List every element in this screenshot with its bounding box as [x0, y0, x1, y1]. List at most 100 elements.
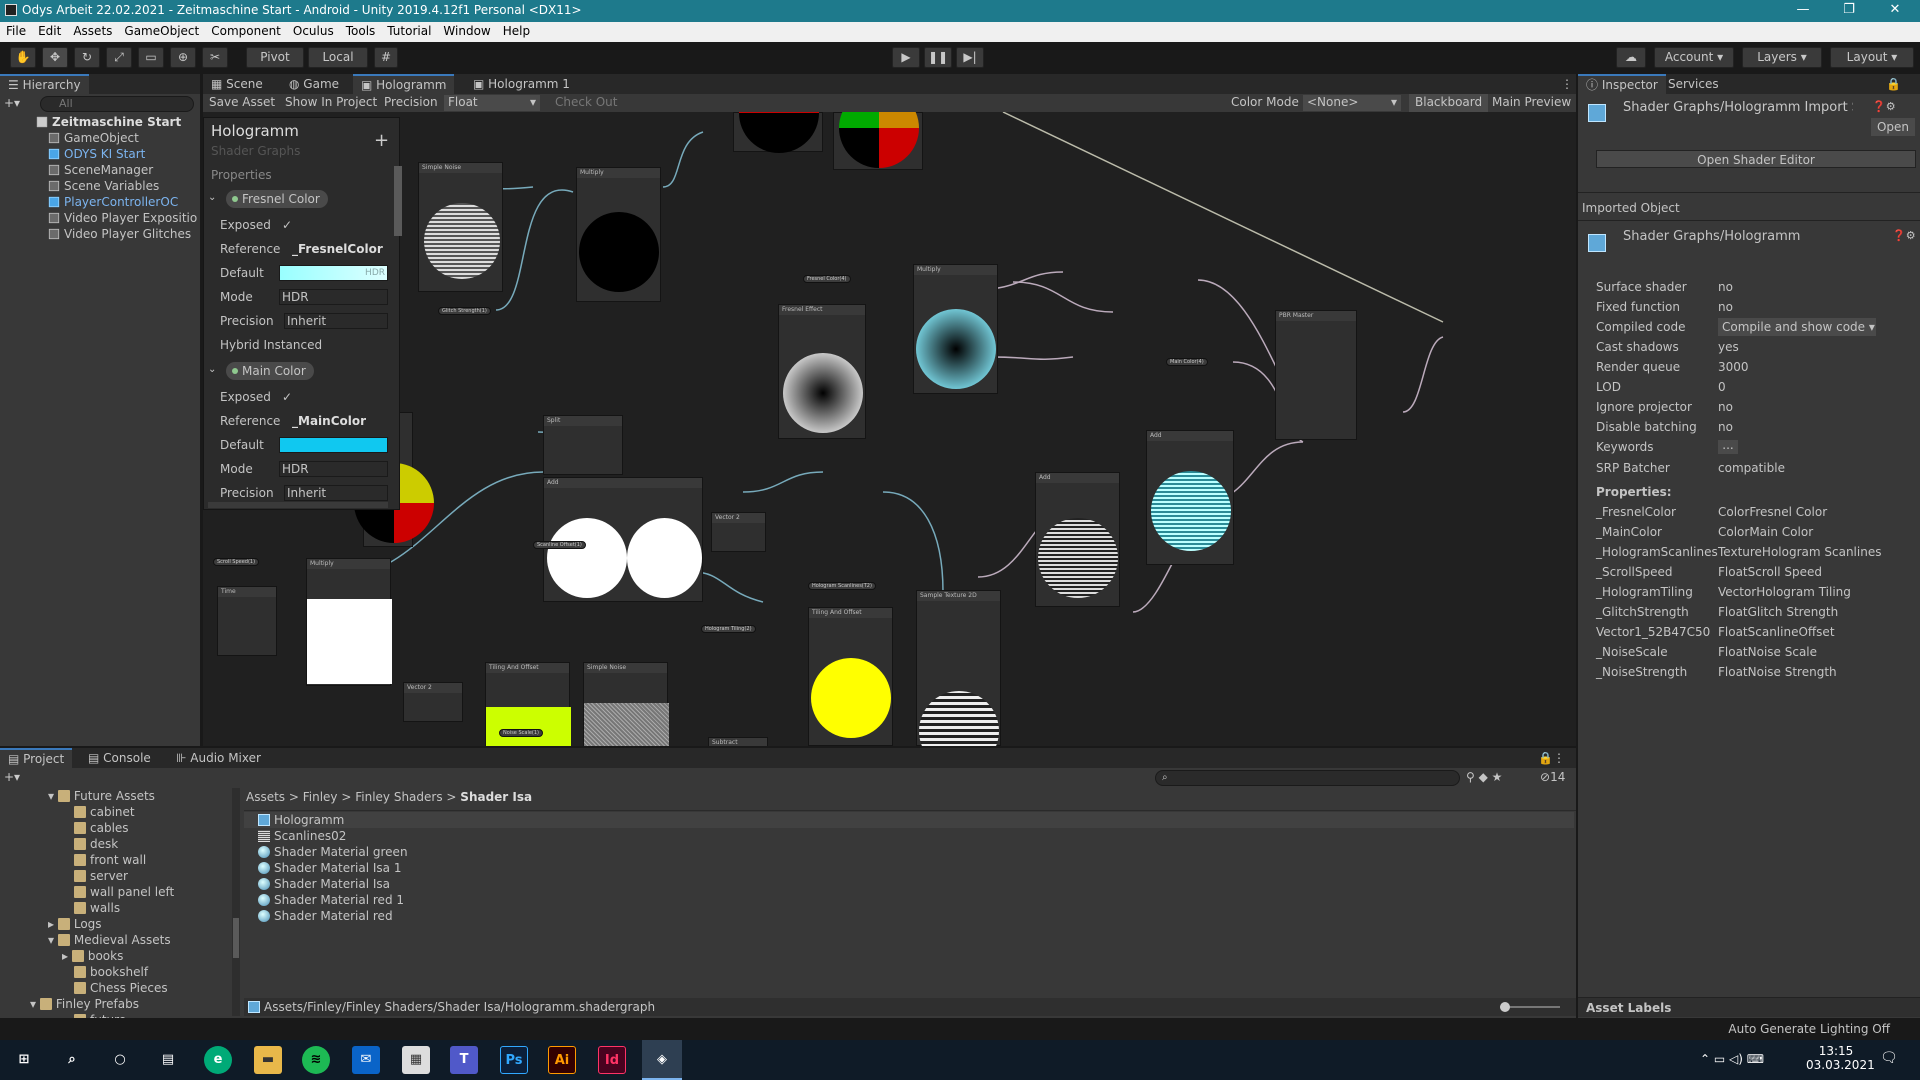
- fresnel-precision-dropdown[interactable]: Inherit: [284, 313, 388, 329]
- hierarchy-item[interactable]: Video Player Glitches: [0, 226, 200, 242]
- node-pbr-master[interactable]: PBR Master: [1275, 310, 1357, 440]
- tab-services[interactable]: Services: [1660, 74, 1727, 94]
- main-precision-dropdown[interactable]: Inherit: [284, 485, 388, 501]
- tree-item[interactable]: cables: [0, 820, 240, 836]
- node-preview-rg[interactable]: [833, 112, 923, 170]
- precision-dropdown[interactable]: Float ▾: [444, 95, 540, 111]
- file-item[interactable]: Shader Material Isa 1: [244, 860, 1574, 876]
- teams-icon[interactable]: T: [450, 1046, 478, 1074]
- menu-oculus[interactable]: Oculus: [287, 22, 340, 40]
- node-multiply[interactable]: Multiply: [576, 167, 661, 302]
- unity-taskbar-icon[interactable]: ◈: [642, 1040, 682, 1080]
- tree-scroll-thumb[interactable]: [233, 918, 239, 958]
- node-simple-noise-2[interactable]: Simple Noise: [583, 662, 669, 746]
- node-fresnel-effect[interactable]: Fresnel Effect: [778, 304, 866, 439]
- pivot-toggle[interactable]: Pivot: [246, 47, 304, 68]
- grid-snap-icon[interactable]: #: [374, 47, 398, 68]
- hierarchy-item[interactable]: Scene Variables: [0, 178, 200, 194]
- rotate-tool-icon[interactable]: ↻: [74, 47, 100, 68]
- tab-inspector[interactable]: ⓘ Inspector: [1578, 74, 1666, 94]
- menu-window[interactable]: Window: [437, 22, 496, 40]
- panel-lock-icon[interactable]: 🔒⋮: [1530, 748, 1573, 768]
- maximize-button[interactable]: ❐: [1826, 0, 1872, 22]
- filter-icons[interactable]: ⚲ ◆ ★: [1466, 770, 1502, 784]
- node-split[interactable]: Split: [543, 415, 623, 475]
- tree-item[interactable]: bookshelf: [0, 964, 240, 980]
- transform-tool-icon[interactable]: ⊕: [170, 47, 196, 68]
- account-dropdown[interactable]: Account ▾: [1654, 47, 1734, 68]
- slider-knob[interactable]: [1500, 1002, 1510, 1012]
- exposed-checkbox[interactable]: ✓: [282, 387, 292, 407]
- graph-prop[interactable]: Noise Scale(1): [499, 729, 543, 737]
- node-subtract[interactable]: Subtract: [708, 737, 768, 746]
- main-color-swatch[interactable]: [279, 437, 388, 453]
- tree-item[interactable]: front wall: [0, 852, 240, 868]
- tree-item[interactable]: cabinet: [0, 804, 240, 820]
- hierarchy-item[interactable]: Video Player Expositio: [0, 210, 200, 226]
- layers-dropdown[interactable]: Layers ▾: [1742, 47, 1822, 68]
- tab-menu-icon[interactable]: ⋮: [1553, 74, 1581, 94]
- notification-icon[interactable]: 🗨: [1880, 1050, 1898, 1066]
- step-button[interactable]: ▶|: [956, 47, 984, 68]
- file-item[interactable]: Scanlines02: [244, 828, 1574, 844]
- shader-graph-canvas[interactable]: Simple Noise Multiply Fresnel Effect Mul…: [203, 112, 1576, 746]
- hidden-count[interactable]: ⊘14: [1540, 770, 1565, 784]
- tree-item[interactable]: ▸ Logs: [0, 916, 240, 932]
- cortana-icon[interactable]: ○: [106, 1046, 134, 1074]
- node-sample-texture[interactable]: Sample Texture 2D: [916, 590, 1001, 746]
- graph-prop[interactable]: Hologram Scanlines(T2): [808, 582, 876, 590]
- add-property-button[interactable]: +: [374, 130, 389, 151]
- fresnel-reference-field[interactable]: _FresnelColor: [292, 239, 383, 259]
- node-add[interactable]: Add: [1146, 430, 1234, 565]
- node-add-3[interactable]: Add: [543, 477, 703, 602]
- graph-prop[interactable]: Fresnel Color(4): [803, 275, 851, 283]
- minimize-button[interactable]: —: [1780, 0, 1826, 22]
- help-icon[interactable]: ❓⚙: [1872, 100, 1896, 113]
- node-vector-2b[interactable]: Vector 2: [403, 682, 463, 722]
- pause-button[interactable]: ❚❚: [924, 47, 952, 68]
- menu-assets[interactable]: Assets: [67, 22, 118, 40]
- move-tool-icon[interactable]: ✥: [42, 47, 68, 68]
- tree-scrollbar[interactable]: [232, 788, 240, 1016]
- exposed-checkbox[interactable]: ✓: [282, 215, 292, 235]
- node-vector-2[interactable]: Vector 2: [711, 512, 766, 552]
- scene-root[interactable]: Zeitmaschine Start: [0, 114, 200, 130]
- breadcrumb-item[interactable]: Assets: [246, 790, 285, 804]
- lock-icon[interactable]: 🔒: [1878, 74, 1909, 94]
- breadcrumb-current[interactable]: Shader Isa: [460, 790, 532, 804]
- node-time[interactable]: Time: [217, 586, 277, 656]
- tree-item[interactable]: walls: [0, 900, 240, 916]
- tree-item[interactable]: server: [0, 868, 240, 884]
- hand-tool-icon[interactable]: ✋: [10, 47, 36, 68]
- file-item[interactable]: Shader Material green: [244, 844, 1574, 860]
- task-view-icon[interactable]: ▤: [154, 1046, 182, 1074]
- fresnel-color-pill[interactable]: Fresnel Color: [226, 190, 328, 208]
- graph-prop[interactable]: Scanline Offset(1): [533, 541, 586, 549]
- illustrator-icon[interactable]: Ai: [548, 1046, 576, 1074]
- create-button[interactable]: +▾: [4, 96, 26, 112]
- tab-project[interactable]: ▤ Project: [0, 748, 73, 768]
- custom-tool-icon[interactable]: ✂: [202, 47, 228, 68]
- spotify-icon[interactable]: ≋: [302, 1046, 330, 1074]
- blackboard-hscrollbar[interactable]: [208, 502, 388, 508]
- tab-hologramm[interactable]: ▣ Hologramm: [353, 74, 455, 94]
- hierarchy-item[interactable]: PlayerControllerOC: [0, 194, 200, 210]
- file-explorer-icon[interactable]: ▬: [254, 1046, 282, 1074]
- graph-prop[interactable]: Hologram Tiling(2): [701, 625, 756, 633]
- search-icon[interactable]: ⌕: [58, 1046, 86, 1074]
- node-add-2[interactable]: Add: [1035, 472, 1120, 607]
- indesign-icon[interactable]: Id: [598, 1046, 626, 1074]
- menu-component[interactable]: Component: [205, 22, 287, 40]
- menu-file[interactable]: File: [0, 22, 32, 40]
- icon-size-slider[interactable]: [1500, 1002, 1560, 1012]
- fresnel-mode-dropdown[interactable]: HDR: [279, 289, 388, 305]
- node-tiling-offset-2[interactable]: Tiling And Offset: [808, 607, 893, 746]
- close-button[interactable]: ✕: [1872, 0, 1918, 22]
- node-multiply-2[interactable]: Multiply: [913, 264, 998, 394]
- tray-icons[interactable]: ⌃ ▭ ◁) ⌨: [1700, 1052, 1764, 1066]
- node-multiply-3[interactable]: Multiply: [306, 558, 392, 686]
- tree-item[interactable]: ▾ Medieval Assets: [0, 932, 240, 948]
- menu-gameobject[interactable]: GameObject: [118, 22, 205, 40]
- hierarchy-search-input[interactable]: All: [40, 96, 194, 112]
- layout-dropdown[interactable]: Layout ▾: [1830, 47, 1914, 68]
